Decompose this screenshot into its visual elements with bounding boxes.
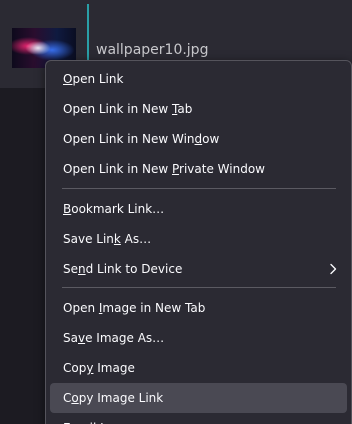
menu-item-label: Send Link to Device (63, 262, 183, 276)
menu-item-label: Open Link in New Private Window (63, 162, 265, 176)
menu-item-open-link-new-private-window[interactable]: Open Link in New Private Window (50, 154, 347, 184)
context-menu: Open Link Open Link in New Tab Open Link… (45, 60, 352, 424)
menu-item-label: Open Link in New Tab (63, 102, 193, 116)
menu-item-copy-image[interactable]: Copy Image (50, 353, 347, 383)
menu-item-open-link[interactable]: Open Link (50, 64, 347, 94)
menu-item-open-link-new-tab[interactable]: Open Link in New Tab (50, 94, 347, 124)
menu-item-label: Save Image As… (63, 331, 165, 345)
menu-item-label: Copy Image (63, 361, 135, 375)
menu-item-copy-image-link[interactable]: Copy Image Link (50, 383, 347, 413)
file-name[interactable]: wallpaper10.jpg (96, 42, 208, 58)
menu-item-open-link-new-window[interactable]: Open Link in New Window (50, 124, 347, 154)
menu-item-label: Open Image in New Tab (63, 301, 206, 315)
menu-item-save-link-as[interactable]: Save Link As… (50, 224, 347, 254)
menu-item-open-image-new-tab[interactable]: Open Image in New Tab (50, 293, 347, 323)
chevron-right-icon (330, 263, 337, 275)
menu-item-bookmark-link[interactable]: Bookmark Link… (50, 194, 347, 224)
menu-item-label: Save Link As… (63, 232, 152, 246)
menu-item-save-image-as[interactable]: Save Image As… (50, 323, 347, 353)
menu-item-label: Open Link in New Window (63, 132, 220, 146)
menu-item-label: Bookmark Link… (63, 202, 165, 216)
menu-item-email-image[interactable]: Email Image… (50, 413, 347, 424)
menu-item-label: Copy Image Link (63, 391, 164, 405)
menu-item-send-link-to-device[interactable]: Send Link to Device (50, 254, 347, 284)
menu-separator (62, 188, 336, 189)
page: wallpaper10.jpg Open Link Open Link in N… (0, 0, 352, 424)
menu-separator (62, 287, 336, 288)
menu-item-label: Open Link (63, 72, 124, 86)
